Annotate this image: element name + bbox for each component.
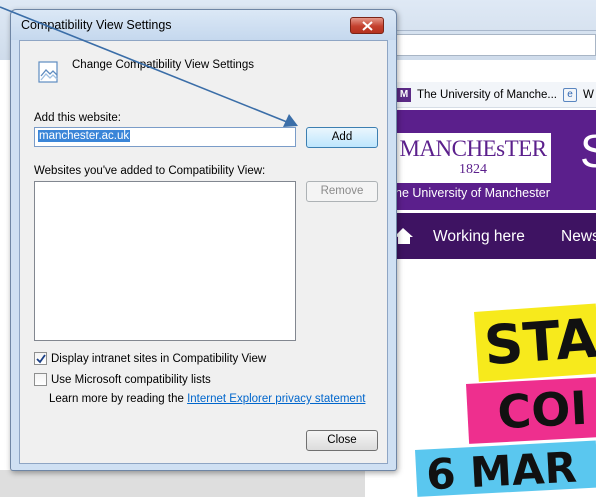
intranet-checkbox-row[interactable]: Display intranet sites in Compatibility … — [34, 352, 266, 365]
ms-lists-checkbox-row[interactable]: Use Microsoft compatibility lists — [34, 373, 211, 386]
logo-name: MANCHEsTER — [399, 136, 547, 161]
university-name: he University of Manchester — [395, 186, 550, 200]
favorites-bar: M The University of Manche... e W — [395, 82, 596, 108]
favorite-item-manchester[interactable]: The University of Manche... — [417, 89, 557, 101]
content-panel — [0, 470, 365, 497]
banner-cyan: 6 MAR — [415, 440, 596, 497]
intranet-checkbox[interactable] — [34, 352, 47, 365]
compat-view-icon — [38, 61, 58, 83]
header-partial-text: S — [580, 125, 596, 177]
dialog-header-text: Change Compatibility View Settings — [72, 59, 254, 71]
url-input-selected-text: manchester.ac.uk — [38, 130, 131, 142]
learn-more-text: Learn more by reading the Internet Explo… — [49, 393, 365, 405]
nav-item-working-here[interactable]: Working here — [433, 228, 525, 246]
add-website-label: Add this website: — [34, 112, 121, 124]
manchester-favicon-icon: M — [397, 87, 411, 102]
dialog-title: Compatibility View Settings — [21, 18, 172, 32]
dialog-body: Change Compatibility View Settings Add t… — [19, 40, 388, 464]
banner-yellow: STA — [474, 303, 596, 382]
address-bar[interactable] — [395, 34, 596, 56]
intranet-checkbox-label: Display intranet sites in Compatibility … — [51, 352, 267, 365]
banner-pink: COI — [466, 377, 596, 444]
nav-item-news[interactable]: News — [561, 228, 596, 246]
logo-year: 1824 — [459, 162, 487, 177]
site-nav: Working here News — [395, 213, 596, 259]
ms-lists-checkbox[interactable] — [34, 373, 47, 386]
ie-page-icon: e — [562, 87, 577, 102]
ms-lists-checkbox-label: Use Microsoft compatibility lists — [51, 373, 211, 386]
university-logo[interactable]: MANCHEsTER 1824 — [395, 133, 551, 183]
learn-more-prefix: Learn more by reading the — [49, 393, 184, 405]
remove-button[interactable]: Remove — [306, 181, 378, 202]
checkmark-icon — [36, 354, 46, 364]
home-icon[interactable] — [395, 227, 415, 245]
close-window-button[interactable] — [350, 17, 384, 34]
websites-list-label: Websites you've added to Compatibility V… — [34, 165, 266, 177]
compatibility-view-dialog: Compatibility View Settings Change Compa… — [10, 9, 397, 471]
toolbar-divider — [395, 30, 596, 31]
privacy-statement-link[interactable]: Internet Explorer privacy statement — [187, 393, 365, 405]
favorite-item-second[interactable]: W — [583, 89, 594, 101]
close-button[interactable]: Close — [306, 430, 378, 451]
add-button[interactable]: Add — [306, 127, 378, 148]
website-url-input[interactable]: manchester.ac.uk — [34, 127, 296, 147]
websites-listbox[interactable] — [34, 181, 296, 341]
close-icon — [362, 21, 373, 31]
dialog-titlebar[interactable]: Compatibility View Settings — [11, 10, 396, 40]
